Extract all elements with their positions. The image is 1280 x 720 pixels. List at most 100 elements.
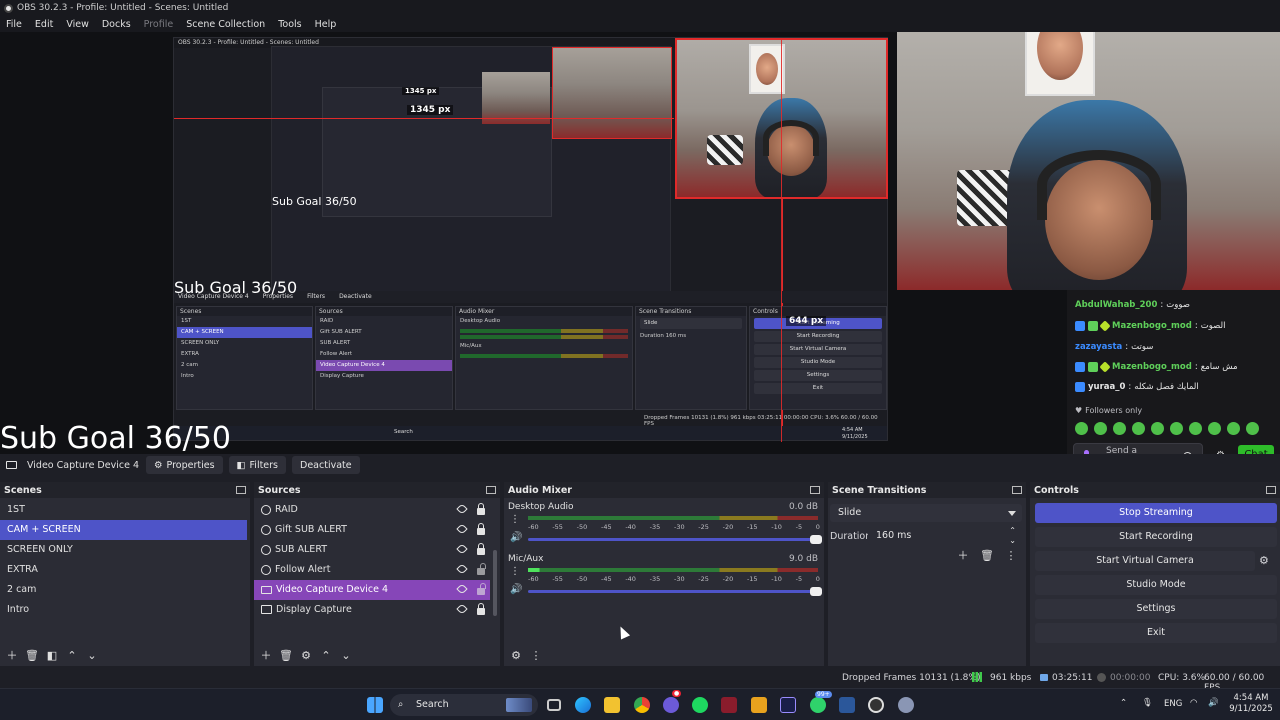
volume-slider-knob[interactable]	[810, 587, 822, 596]
menu-docks[interactable]: Docks	[102, 19, 131, 30]
scene-item[interactable]: SCREEN ONLY	[0, 540, 250, 560]
visibility-icon[interactable]	[456, 583, 468, 595]
menu-tools[interactable]: Tools	[278, 19, 301, 30]
exit-button[interactable]: Exit	[1035, 623, 1277, 643]
chevron-up-icon[interactable]: ⌃	[1120, 698, 1127, 709]
scene-item[interactable]: 1ST	[0, 500, 250, 520]
scene-item[interactable]: Intro	[0, 600, 250, 620]
windows-start-icon[interactable]	[367, 697, 383, 713]
spotify-icon[interactable]	[692, 697, 708, 713]
app-icon[interactable]	[721, 697, 737, 713]
filter-icon[interactable]: ◧	[45, 648, 59, 662]
start-recording-button[interactable]: Start Recording	[1035, 527, 1277, 547]
source-item[interactable]: Follow Alert	[254, 560, 500, 580]
unlock-icon[interactable]	[477, 563, 486, 575]
trash-icon[interactable]: 🗑	[980, 548, 994, 562]
visibility-icon[interactable]	[456, 503, 468, 515]
move-down-icon[interactable]: ⌄	[339, 648, 353, 662]
premiere-icon[interactable]	[780, 697, 796, 713]
menu-edit[interactable]: Edit	[35, 19, 53, 30]
studio-mode-button[interactable]: Studio Mode	[1035, 575, 1277, 595]
file-explorer-icon[interactable]	[604, 697, 620, 713]
visibility-icon[interactable]	[456, 523, 468, 535]
lock-icon[interactable]	[477, 503, 485, 515]
language-indicator[interactable]: ENG	[1164, 699, 1182, 710]
emote-icon[interactable]	[1170, 422, 1183, 435]
move-down-icon[interactable]: ⌄	[85, 648, 99, 662]
stop-streaming-button[interactable]: Stop Streaming	[1035, 503, 1277, 523]
add-icon[interactable]: ＋	[259, 648, 273, 662]
undock-icon[interactable]	[486, 486, 496, 494]
add-icon[interactable]: ＋	[5, 648, 19, 662]
settings-button[interactable]: Settings	[1035, 599, 1277, 619]
deactivate-button[interactable]: Deactivate	[292, 456, 360, 474]
menu-scene-collection[interactable]: Scene Collection	[186, 19, 265, 30]
edge-icon[interactable]	[575, 697, 591, 713]
task-view-icon[interactable]	[547, 699, 561, 711]
scene-item[interactable]: EXTRA	[0, 560, 250, 580]
undock-icon[interactable]	[810, 486, 820, 494]
clock[interactable]: 4:54 AM 9/11/2025	[1228, 693, 1274, 715]
emote-icon[interactable]	[1094, 422, 1107, 435]
emote-icon[interactable]	[1151, 422, 1164, 435]
emote-icon[interactable]	[1132, 422, 1145, 435]
undock-icon[interactable]	[236, 486, 246, 494]
duration-spinbox[interactable]: 160 ms ⌃ ⌄	[868, 526, 1022, 546]
source-item[interactable]: Display Capture	[254, 600, 500, 620]
source-item[interactable]: Video Capture Device 4	[254, 580, 490, 600]
emote-icon[interactable]	[1189, 422, 1202, 435]
start-virtual-camera-button[interactable]: Start Virtual Camera	[1035, 551, 1255, 571]
whatsapp-icon[interactable]	[810, 697, 826, 713]
lock-icon[interactable]	[477, 603, 485, 615]
visibility-icon[interactable]	[456, 563, 468, 575]
volume-icon[interactable]: 🔊	[1208, 698, 1219, 709]
spin-arrows-icon[interactable]: ⌃ ⌄	[1009, 526, 1016, 546]
track-menu-icon[interactable]: ⋮	[510, 514, 520, 525]
menu-file[interactable]: File	[6, 19, 22, 30]
sources-scrollbar[interactable]	[493, 550, 497, 616]
lock-icon[interactable]	[477, 543, 485, 555]
wifi-icon[interactable]: ◠	[1190, 698, 1197, 709]
scene-item[interactable]: CAM + SCREEN	[0, 520, 247, 540]
more-icon[interactable]: ⋮	[529, 648, 543, 662]
source-item[interactable]: SUB ALERT	[254, 540, 500, 560]
taskbar-search[interactable]: ⌕ Search	[390, 694, 538, 716]
more-icon[interactable]: ⋮	[1004, 548, 1018, 562]
settings-taskbar-icon[interactable]	[898, 697, 914, 713]
speaker-icon[interactable]: 🔊	[510, 532, 522, 543]
filters-button[interactable]: ◧ Filters	[228, 456, 287, 474]
speaker-icon[interactable]: 🔊	[510, 584, 522, 595]
source-item[interactable]: RAID	[254, 500, 500, 520]
transition-select[interactable]: Slide	[830, 504, 1022, 522]
menu-profile[interactable]: Profile	[144, 19, 174, 30]
discord-icon[interactable]	[663, 697, 679, 713]
mic-icon[interactable]: 🎙	[1142, 698, 1153, 709]
track-menu-icon[interactable]: ⋮	[510, 566, 520, 577]
move-up-icon[interactable]: ⌃	[65, 648, 79, 662]
volume-slider-knob[interactable]	[810, 535, 822, 544]
word-icon[interactable]	[839, 697, 855, 713]
menu-view[interactable]: View	[66, 19, 89, 30]
gear-icon[interactable]: ⚙	[299, 648, 313, 662]
unlock-icon[interactable]	[477, 583, 486, 595]
emote-icon[interactable]	[1075, 422, 1088, 435]
chrome-icon[interactable]	[634, 697, 650, 713]
menu-help[interactable]: Help	[315, 19, 337, 30]
lock-icon[interactable]	[477, 523, 485, 535]
visibility-icon[interactable]	[456, 543, 468, 555]
emote-icon[interactable]	[1227, 422, 1240, 435]
add-icon[interactable]: ＋	[956, 548, 970, 562]
emote-icon[interactable]	[1208, 422, 1221, 435]
emote-icon[interactable]	[1246, 422, 1259, 435]
virtual-camera-settings-icon[interactable]: ⚙	[1259, 554, 1269, 567]
source-item[interactable]: Gift SUB ALERT	[254, 520, 500, 540]
obs-taskbar-icon[interactable]	[868, 697, 884, 713]
volume-slider[interactable]	[528, 587, 822, 596]
properties-button[interactable]: ⚙ Properties	[146, 456, 223, 474]
trash-icon[interactable]: 🗑	[25, 648, 39, 662]
notes-icon[interactable]	[751, 697, 767, 713]
undock-icon[interactable]	[1266, 486, 1276, 494]
scene-item[interactable]: 2 cam	[0, 580, 250, 600]
move-up-icon[interactable]: ⌃	[319, 648, 333, 662]
volume-slider[interactable]	[528, 535, 822, 544]
